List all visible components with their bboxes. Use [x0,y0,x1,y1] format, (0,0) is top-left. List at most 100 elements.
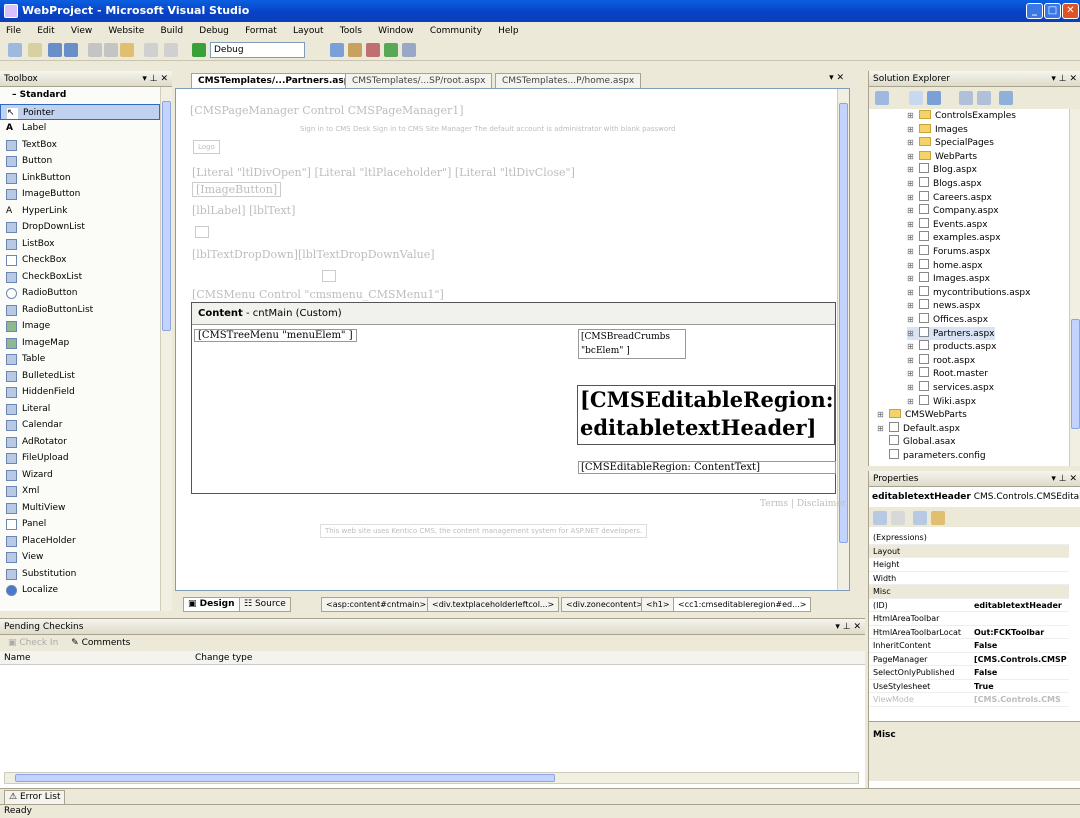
toolbox-item-bulletedlist[interactable]: BulletedList [0,368,160,385]
menu-edit[interactable]: Edit [37,26,54,36]
tree-file[interactable]: ⊞ Root.master [907,367,988,381]
tree-file[interactable]: parameters.config [877,449,986,463]
toolbox-item-checkboxlist[interactable]: CheckBoxList [0,269,160,286]
pane-buttons[interactable]: ▾ ⊥ ✕ [1051,471,1077,487]
property-row[interactable]: ViewMode [CMS.Controls.CMS [869,693,1069,707]
events-icon[interactable] [931,511,945,525]
design-scrollbar[interactable] [837,89,849,590]
menu-file[interactable]: File [6,26,21,36]
tree-menu-control[interactable]: [CMSTreeMenu "menuElem" ] [194,329,357,342]
start-page-icon[interactable] [402,43,416,57]
tab-home[interactable]: CMSTemplates...P/home.aspx [495,73,642,88]
properties-icon[interactable] [875,91,889,105]
pending-scroll-thumb[interactable] [15,774,555,782]
toolbox-item-label[interactable]: A Label [0,120,160,137]
categorized-icon[interactable] [873,511,887,525]
toolbox-item-radiobutton[interactable]: RadioButton [0,285,160,302]
tag-path-1[interactable]: <asp:content#cntmain> [321,597,432,612]
find-icon[interactable] [330,43,344,57]
toolbox-item-localize[interactable]: Localize [0,582,160,599]
property-category[interactable]: Misc [869,585,1069,599]
menu-format[interactable]: Format [245,26,277,36]
toolbox-item-calendar[interactable]: Calendar [0,417,160,434]
minimize-button[interactable]: _ [1026,3,1043,19]
pane-buttons[interactable]: ▾ ⊥ ✕ [142,71,168,87]
configuration-select[interactable]: Debug [210,42,305,58]
pending-hscrollbar[interactable] [4,772,859,784]
menu-tools[interactable]: Tools [340,26,362,36]
toolbox-item-dropdownlist[interactable]: DropDownList [0,219,160,236]
menu-website[interactable]: Website [108,26,144,36]
toolbox-item-linkbutton[interactable]: LinkButton [0,170,160,187]
design-view-button[interactable]: ▣ Design [183,597,240,612]
property-row[interactable]: (Expressions) [869,531,1069,545]
copy-icon[interactable] [104,43,118,57]
object-browser-icon[interactable] [384,43,398,57]
tree-file[interactable]: ⊞ Blog.aspx [907,163,977,177]
toolbox-item-wizard[interactable]: Wizard [0,467,160,484]
tree-file[interactable]: ⊞ root.aspx [907,353,975,368]
toolbox-item-multiview[interactable]: MultiView [0,500,160,517]
toolbox-item-image[interactable]: Image [0,318,160,335]
tree-file[interactable]: ⊞ Wiki.aspx [907,394,976,409]
menu-view[interactable]: View [71,26,92,36]
close-document-icon[interactable]: ▾ ✕ [829,73,844,83]
tree-file[interactable]: ⊞ Forums.aspx [907,245,990,259]
tree-file-selected[interactable]: ⊞ Partners.aspx [907,326,995,341]
tree-file[interactable]: ⊞ Events.aspx [907,217,988,232]
toolbox-item-substitution[interactable]: Substitution [0,566,160,583]
toolbox-item-pointer[interactable]: ↖ Pointer [0,103,160,120]
tag-path-4[interactable]: <h1> [641,597,675,612]
menu-debug[interactable]: Debug [199,26,229,36]
nest-files-icon[interactable] [927,91,941,105]
tree-folder[interactable]: ⊞ Images [907,123,968,137]
property-row[interactable]: UseStylesheet True [869,680,1069,693]
tree-file[interactable]: ⊞ Default.aspx [877,421,960,436]
tree-folder[interactable]: ⊞ CMSWebParts [877,408,967,422]
tree-file[interactable]: Global.asax [877,435,956,449]
maximize-button[interactable]: □ [1044,3,1061,19]
view-code-icon[interactable] [959,91,973,105]
paste-icon[interactable] [120,43,134,57]
property-row[interactable]: HtmlAreaToolbar [869,612,1069,626]
tree-file[interactable]: ⊞ home.aspx [907,258,983,273]
tag-path-3[interactable]: <div.zonecontent> [561,597,649,612]
property-row[interactable]: SelectOnlyPublished False [869,666,1069,680]
column-change-type[interactable]: Change type [195,651,252,665]
column-name[interactable]: Name [4,651,31,665]
editable-region-content[interactable]: [CMSEditableRegion: ContentText] [578,461,836,474]
tree-file[interactable]: ⊞ services.aspx [907,381,994,395]
copy-website-icon[interactable] [999,91,1013,105]
redo-icon[interactable] [164,43,178,57]
toolbox-item-panel[interactable]: Panel [0,516,160,533]
property-row[interactable]: HtmlAreaToolbarLocat Out:FCKToolbar [869,626,1069,639]
toolbox-item-xml[interactable]: Xml [0,483,160,500]
toolbox-item-adrotator[interactable]: AdRotator [0,434,160,451]
menu-window[interactable]: Window [378,26,414,36]
save-icon[interactable] [48,43,62,57]
tag-path-2[interactable]: <div.textplaceholderleftcol...> [427,597,560,612]
toolbox-scroll-thumb[interactable] [162,101,171,331]
toolbox-item-hiddenfield[interactable]: HiddenField [0,384,160,401]
menu-build[interactable]: Build [161,26,184,36]
tree-file[interactable]: ⊞ Offices.aspx [907,313,988,327]
toolbox-item-imagemap[interactable]: ImageMap [0,335,160,352]
comments-button[interactable]: ✎ Comments [71,638,130,648]
add-item-icon[interactable] [28,43,42,57]
content-placeholder[interactable]: Content - cntMain (Custom) [CMSTreeMenu … [191,302,836,494]
toolbox-item-hyperlink[interactable]: A HyperLink [0,203,160,220]
tree-folder[interactable]: ⊞ ControlsExamples [907,109,1016,123]
toolbox-item-table[interactable]: Table [0,351,160,368]
toolbox-item-view[interactable]: View [0,549,160,566]
toolbox-item-placeholder[interactable]: PlaceHolder [0,533,160,550]
tab-root[interactable]: CMSTemplates/...SP/root.aspx [345,73,493,88]
property-row[interactable]: PageManager [CMS.Controls.CMSP [869,653,1069,666]
properties-view-icon[interactable] [913,511,927,525]
solution-scroll-thumb[interactable] [1071,319,1080,429]
toolbox-icon[interactable] [366,43,380,57]
view-designer-icon[interactable] [977,91,991,105]
breadcrumbs-control[interactable]: [CMSBreadCrumbs "bcElem" ] [578,329,686,359]
editable-region-header[interactable]: [CMSEditableRegion: editabletextHeader] [577,385,835,445]
tree-file[interactable]: ⊞ Images.aspx [907,272,990,286]
cut-icon[interactable] [88,43,102,57]
